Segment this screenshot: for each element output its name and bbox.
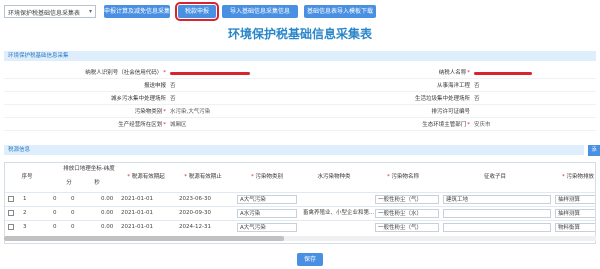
row-degree[interactable]: 0 [53,208,57,218]
row-valid-start[interactable]: 2021-01-01 [121,222,153,232]
row-pollutant-cat-select[interactable]: A大气污染 [237,223,297,232]
section-basic-info: 环境保护税基础信息采集 [4,51,596,61]
form-row-sewage: 城乡污水集中处理场所 否 生活垃圾集中处理场所 否 [4,93,596,105]
ocean-label: 从事海洋工程 [436,83,470,89]
redaction-mark [170,72,250,75]
row-valid-start[interactable]: 2021-01-01 [121,208,153,218]
import-basic-info-button[interactable]: 导入基础信息采集信息 [222,5,298,18]
row-minute[interactable]: 0 [71,208,75,218]
row-degree[interactable]: 0 [53,222,57,232]
tax-report-button[interactable]: 税款申报 [175,2,219,21]
row-tax-item-select[interactable]: 建筑工地 [443,195,551,204]
row-valid-end[interactable]: 2023-06-30 [179,194,211,204]
form-type-select[interactable]: 环境保护税基础信息采集表 ▾ [4,5,96,18]
header-second: 秒 [94,180,100,186]
toolbar: 环境保护税基础信息采集表 ▾ 申报计算及减免信息采集 税款申报 导入基础信息采集… [0,0,600,22]
garbage-select[interactable]: 否 [472,94,596,104]
calc-collect-button[interactable]: 申报计算及减免信息采集 [104,5,170,18]
sewage-select[interactable]: 否 [168,94,298,104]
row-checkbox[interactable] [8,224,14,230]
header-divider [5,192,595,193]
eco-dept-select[interactable]: 安庆市 [472,120,596,130]
header-coord: 排放口地理坐标-纬度 [63,166,115,172]
row-pollutant-name-select[interactable]: 一般性粉尘（气） [375,223,439,232]
row-valid-start[interactable]: 2021-01-01 [121,194,153,204]
row-second[interactable]: 0.00 [101,208,113,218]
row-method: 物料衡算 [558,225,581,231]
permit-label: 排污许可证编号 [431,109,470,115]
row-checkbox[interactable] [8,210,14,216]
page-title: 环境保护税基础信息采集表 [227,27,372,41]
download-template-button[interactable]: 基础信息表导入模板下载 [304,5,376,18]
header-no: 序号 [21,174,33,180]
row-no: 1 [23,196,27,202]
ocean-select[interactable]: 否 [472,81,596,91]
row-pollutant-name: 一般性粉尘（气） [378,225,423,231]
row-pollutant-name-select[interactable]: 一般性粉尘（气） [375,195,439,204]
header-tax-item: 征收子目 [483,174,506,180]
declare-label: 报送申报 [143,83,166,89]
header-pollutant-name: * 污染物名称 [386,174,419,180]
chevron-down-icon: ▾ [88,8,92,15]
row-no: 2 [23,210,27,216]
row-second[interactable]: 0.00 [101,194,113,204]
row-pollutant-cat-select[interactable]: A水污染 [237,209,297,218]
taxpayer-id-label: 纳税人识别号（社会信用代码）* [85,70,166,76]
header-valid-start: * 税源有效期起 [127,174,165,180]
redaction-mark [474,72,532,75]
row-tax-item-select[interactable] [443,223,551,232]
form-row-pollutant: 污染物类别* 水污染,大气污染 排污许可证编号 [4,106,596,118]
add-row-button[interactable]: 添 [588,145,600,156]
row-pollutant-cat: A水污染 [240,211,261,217]
save-button[interactable]: 保存 [297,253,323,266]
row-method-select[interactable]: 抽样测算 [555,209,595,218]
row-valid-end[interactable]: 2020-09-30 [179,208,211,218]
pollutant-type-select[interactable]: 水污染,大气污染 [168,107,298,117]
form-row-declare: 报送申报 否 从事海洋工程 否 [4,80,596,92]
sewage-label: 城乡污水集中处理场所 [110,96,166,102]
row-method: 抽样测算 [558,197,581,203]
row-pollutant-cat: A大气污染 [240,197,266,203]
row-valid-end[interactable]: 2024-12-31 [179,222,211,232]
row-pollutant-cat: A大气污染 [240,225,266,231]
row-method-select[interactable]: 物料衡算 [555,223,595,232]
row-second[interactable]: 0.00 [101,222,113,232]
region-label: 生产经营所在区划* [118,122,166,128]
row-pollutant-name: 一般性粉尘（水） [378,211,423,217]
row-no: 3 [23,224,27,230]
row-minute[interactable]: 0 [71,194,75,204]
row-pollutant-name-select[interactable]: 一般性粉尘（水） [375,209,439,218]
row-degree[interactable]: 0 [53,194,57,204]
section-emission-info: 税源信息 [4,145,584,155]
permit-input[interactable] [472,107,596,117]
pollutant-type-label: 污染物类别* [134,109,166,115]
header-water-type: 水污染物种类 [317,174,351,180]
eco-dept-label: 生态环境主管部门* [422,122,470,128]
row-pollutant-name: 一般性粉尘（气） [378,197,423,203]
row-tax-item-select[interactable] [443,209,551,218]
declare-select[interactable]: 否 [168,81,298,91]
garbage-label: 生活垃圾集中处理场所 [414,96,470,102]
row-divider [5,206,595,207]
row-pollutant-cat-select[interactable]: A大气污染 [237,195,297,204]
row-method-select[interactable]: 抽样测算 [555,195,595,204]
row-tax-item: 建筑工地 [446,197,469,203]
scrollbar-thumb[interactable] [4,236,284,241]
row-water-type[interactable]: 畜禽养殖业、小型企业和第... [303,208,374,218]
row-minute[interactable]: 0 [71,222,75,232]
header-minute: 分 [66,180,72,186]
emission-table: 序号 排放口地理坐标-纬度 分 秒 * 税源有效期起 * 税源有效期止 * 污染… [4,162,596,244]
region-select[interactable]: 城厢区 [168,120,298,130]
header-pollutant-cat: * 污染物类别 [250,174,283,180]
row-divider [5,220,595,221]
form-row-taxpayer: 纳税人识别号（社会信用代码）* 纳税人名称* [4,67,596,79]
taxpayer-name-label: 纳税人名称* [438,70,470,76]
row-checkbox[interactable] [8,196,14,202]
horizontal-scrollbar[interactable] [4,236,596,241]
form-row-region: 生产经营所在区划* 城厢区 生态环境主管部门* 安庆市 [4,119,596,131]
row-method: 抽样测算 [558,211,581,217]
header-valid-end: * 税源有效期止 [184,174,222,180]
form-type-select-value: 环境保护税基础信息采集表 [8,10,81,17]
header-method: * 污染物排放 [561,174,594,180]
